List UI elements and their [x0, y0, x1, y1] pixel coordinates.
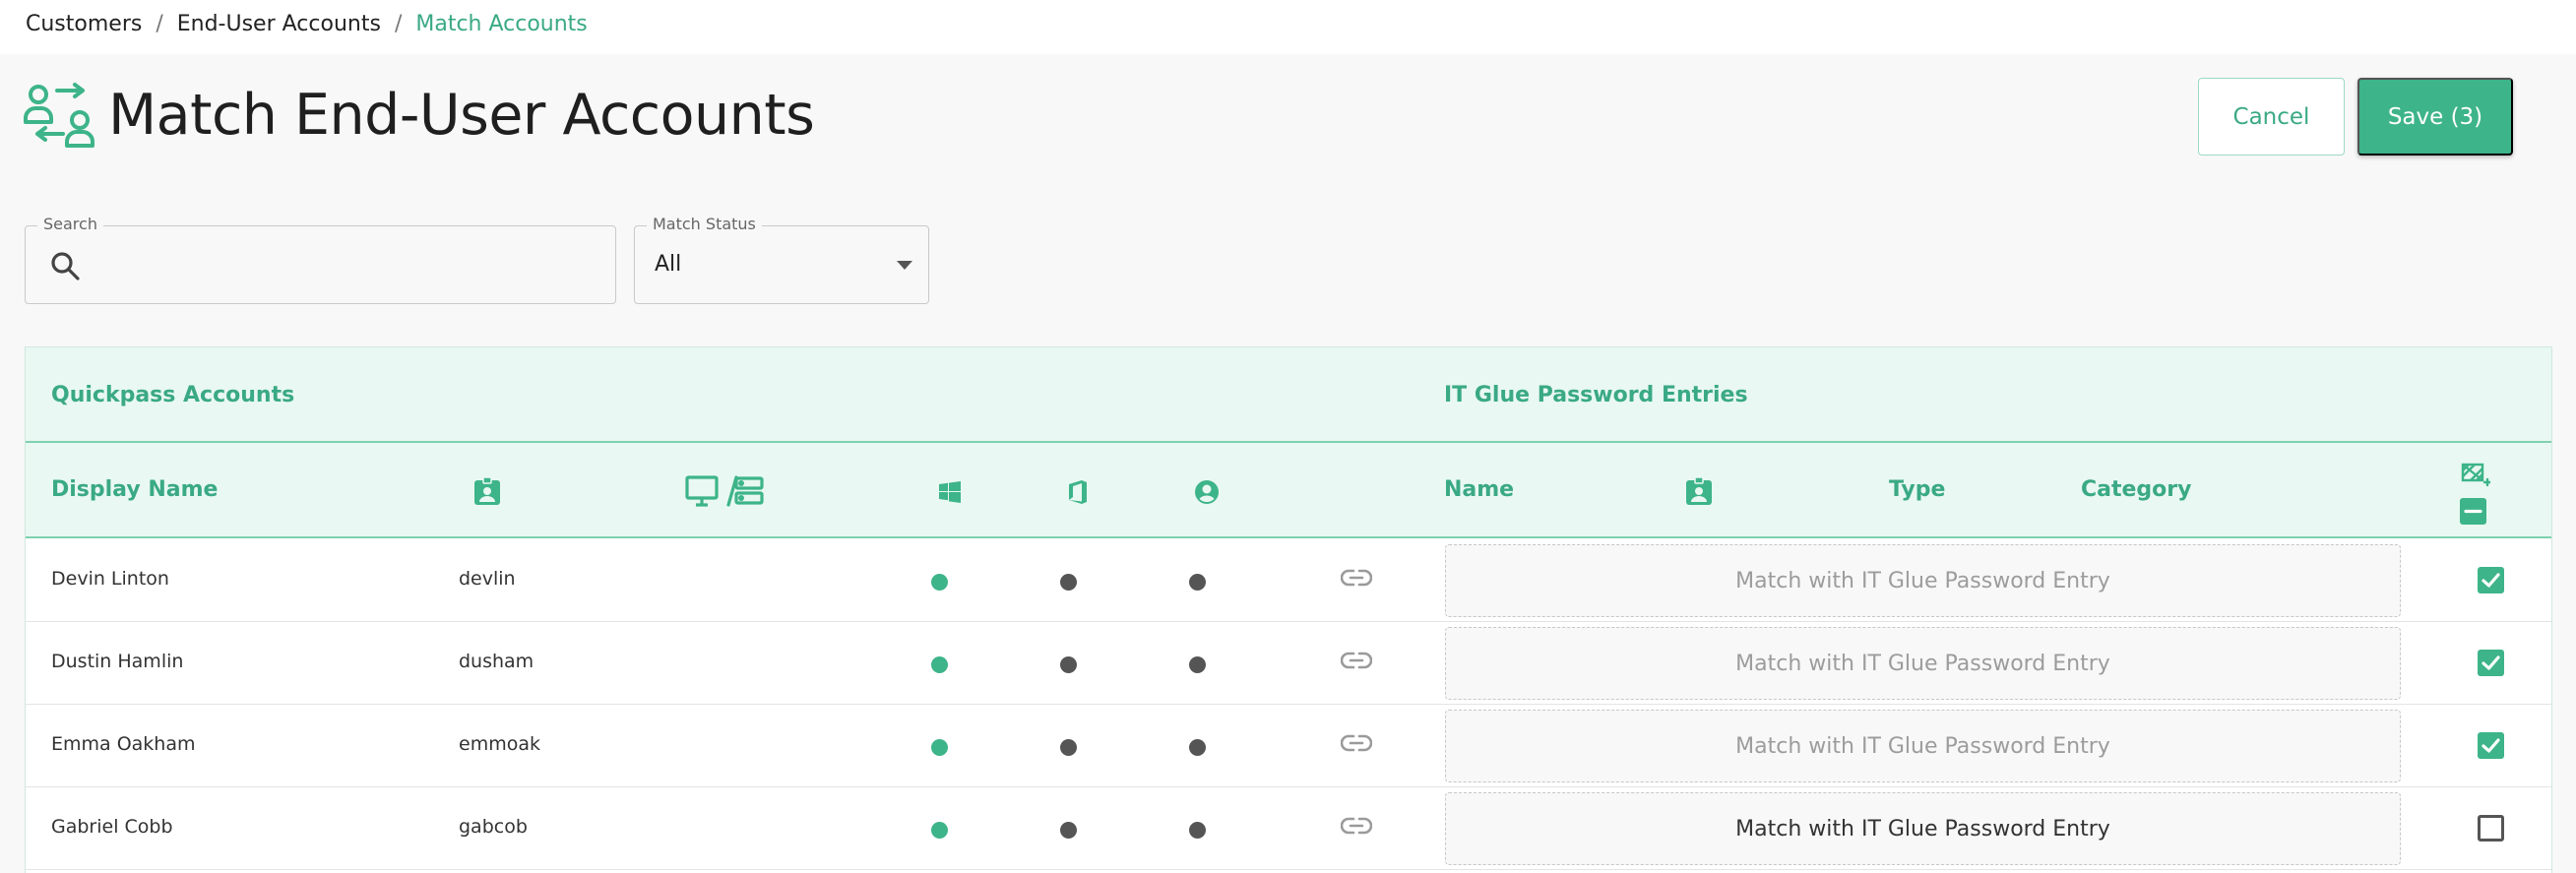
grid-add-icon[interactable] [2461, 463, 2490, 488]
windows-status-dot [931, 656, 948, 673]
desktop-server-icon [685, 475, 764, 507]
display-name-cell: Gabriel Cobb [51, 816, 173, 838]
windows-status-dot [931, 739, 948, 756]
checkmark-icon [2482, 738, 2500, 753]
username-cell: devlin [459, 568, 516, 590]
user-status-dot [1189, 739, 1206, 756]
breadcrumb-separator: / [156, 12, 163, 36]
link-icon[interactable] [1341, 567, 1372, 589]
user-status-dot [1189, 574, 1206, 591]
breadcrumb-customers[interactable]: Customers [26, 12, 142, 36]
office-status-dot [1060, 656, 1077, 673]
user-circle-icon [1195, 480, 1219, 504]
match-itglue-entry-button[interactable]: Match with IT Glue Password Entry [1445, 627, 2401, 700]
match-itglue-entry-button[interactable]: Match with IT Glue Password Entry [1445, 792, 2401, 865]
link-icon[interactable] [1341, 650, 1372, 671]
contact-badge-icon [1686, 476, 1712, 505]
search-icon [51, 252, 80, 281]
link-icon[interactable] [1341, 732, 1372, 754]
match-status-value: All [655, 252, 682, 277]
office-status-dot [1060, 574, 1077, 591]
table-row: Devin Linton devlin Match with IT Glue Pas… [26, 539, 2551, 622]
quickpass-accounts-heading: Quickpass Accounts [51, 383, 295, 407]
display-name-cell: Dustin Hamlin [51, 651, 184, 672]
checkmark-icon [2482, 655, 2500, 670]
column-name[interactable]: Name [1444, 477, 1514, 502]
top-bar: Customers / End-User Accounts / Match Ac… [0, 0, 2576, 54]
itglue-entries-heading: IT Glue Password Entries [1444, 383, 1748, 407]
breadcrumb: Customers / End-User Accounts / Match Ac… [26, 12, 588, 36]
table-row: Dustin Hamlin dusham Match with IT Glue Pa… [26, 622, 2551, 705]
row-select-checkbox[interactable] [2478, 732, 2504, 759]
breadcrumb-separator: / [394, 12, 403, 36]
match-status-select[interactable]: Match Status All [634, 215, 929, 304]
deselect-minus-icon[interactable] [2460, 498, 2486, 525]
search-input[interactable] [91, 242, 593, 287]
windows-status-dot [931, 822, 948, 839]
chevron-down-icon[interactable] [897, 261, 912, 270]
table-group-header [26, 347, 2551, 443]
table-row: Gabriel Cobb gabcob Match with IT Glue Pas… [26, 787, 2551, 870]
display-name-cell: Emma Oakham [51, 733, 196, 755]
search-label: Search [37, 215, 103, 233]
display-name-cell: Devin Linton [51, 568, 169, 590]
table-row: Emma Oakham emmoak Match with IT Glue Pass… [26, 705, 2551, 787]
row-select-checkbox[interactable] [2478, 650, 2504, 676]
row-select-checkbox[interactable] [2478, 815, 2504, 842]
accounts-table: Quickpass Accounts IT Glue Password Entr… [25, 346, 2552, 873]
contact-badge-icon [474, 476, 500, 505]
column-type[interactable]: Type [1889, 477, 1945, 502]
checkmark-icon [2482, 573, 2500, 588]
user-status-dot [1189, 656, 1206, 673]
username-cell: dusham [459, 651, 534, 672]
office-status-dot [1060, 822, 1077, 839]
cancel-button[interactable]: Cancel [2198, 78, 2345, 156]
match-itglue-entry-button[interactable]: Match with IT Glue Password Entry [1445, 544, 2401, 617]
office-icon [1069, 480, 1087, 504]
user-status-dot [1189, 822, 1206, 839]
username-cell: gabcob [459, 816, 528, 838]
match-itglue-entry-button[interactable]: Match with IT Glue Password Entry [1445, 710, 2401, 782]
column-category[interactable]: Category [2081, 477, 2191, 502]
match-status-label: Match Status [647, 215, 762, 233]
users-swap-icon [24, 83, 94, 148]
search-field[interactable]: Search [25, 215, 616, 304]
office-status-dot [1060, 739, 1077, 756]
breadcrumb-current: Match Accounts [415, 12, 588, 36]
column-display-name[interactable]: Display Name [51, 477, 218, 502]
link-icon[interactable] [1341, 815, 1372, 837]
username-cell: emmoak [459, 733, 540, 755]
windows-status-dot [931, 574, 948, 591]
breadcrumb-end-user-accounts[interactable]: End-User Accounts [177, 12, 381, 36]
row-select-checkbox[interactable] [2478, 567, 2504, 593]
windows-icon [939, 481, 961, 503]
page-title: Match End-User Accounts [108, 83, 815, 148]
save-button[interactable]: Save (3) [2357, 78, 2513, 156]
